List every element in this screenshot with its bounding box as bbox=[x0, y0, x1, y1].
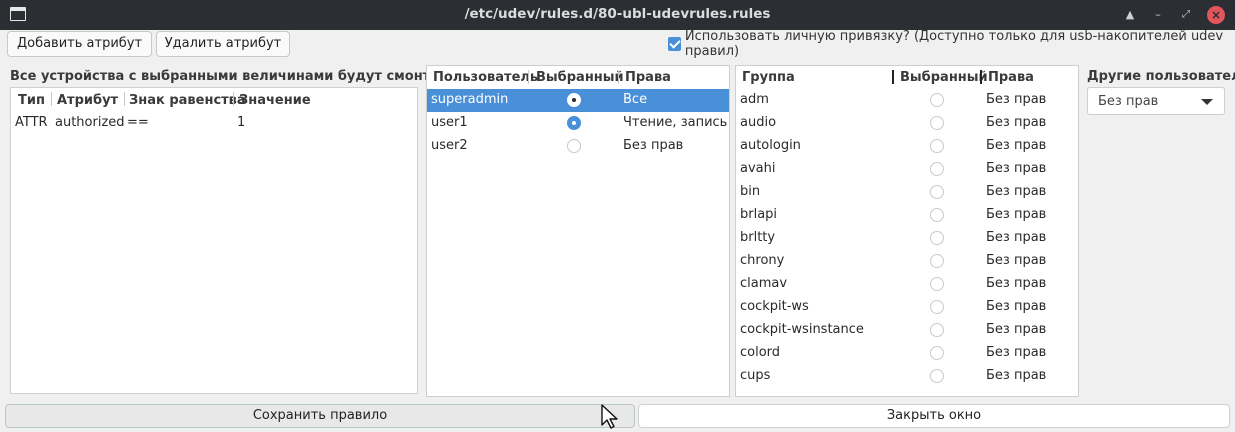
group-row[interactable]: avahi Без прав bbox=[736, 158, 1078, 181]
group-rights: Без прав bbox=[986, 253, 1047, 268]
group-selected-radio[interactable] bbox=[930, 323, 944, 337]
group-row[interactable]: cockpit-ws Без прав bbox=[736, 296, 1078, 319]
group-rights: Без прав bbox=[986, 230, 1047, 245]
group-selected-radio[interactable] bbox=[930, 185, 944, 199]
group-selected-radio[interactable] bbox=[930, 162, 944, 176]
group-row[interactable]: chrony Без прав bbox=[736, 250, 1078, 273]
group-rights: Без прав bbox=[986, 184, 1047, 199]
group-rights: Без прав bbox=[986, 299, 1047, 314]
column-header-type[interactable]: Тип bbox=[18, 89, 45, 111]
group-name: brlapi bbox=[740, 207, 778, 222]
group-rights: Без прав bbox=[986, 138, 1047, 153]
group-selected-radio[interactable] bbox=[930, 208, 944, 222]
group-row[interactable]: brlapi Без прав bbox=[736, 204, 1078, 227]
group-selected-radio[interactable] bbox=[930, 277, 944, 291]
group-name: cockpit-wsinstance bbox=[740, 322, 864, 337]
group-name: brltty bbox=[740, 230, 776, 245]
table-row[interactable]: ATTR authorized == 1 bbox=[11, 112, 417, 135]
close-icon[interactable]: × bbox=[1207, 6, 1225, 24]
group-selected-radio[interactable] bbox=[930, 346, 944, 360]
user-selected-radio[interactable] bbox=[567, 116, 581, 130]
group-rights: Без прав bbox=[986, 207, 1047, 222]
group-rights: Без прав bbox=[986, 161, 1047, 176]
group-name: colord bbox=[740, 345, 781, 360]
column-header-selected[interactable]: Выбранный bbox=[900, 66, 988, 88]
personal-binding-option[interactable]: Использовать личную привязку? (Доступно … bbox=[668, 29, 1235, 59]
other-users-label: Другие пользователи bbox=[1087, 69, 1235, 84]
group-rights: Без прав bbox=[986, 345, 1047, 360]
group-selected-radio[interactable] bbox=[930, 300, 944, 314]
user-row-superadmin[interactable]: superadmin Все bbox=[427, 89, 729, 112]
keep-above-icon[interactable]: ▲ bbox=[1121, 6, 1139, 24]
group-name: cups bbox=[740, 368, 771, 383]
group-name: adm bbox=[740, 92, 769, 107]
personal-binding-label: Использовать личную привязку? (Доступно … bbox=[684, 29, 1224, 59]
column-header-operator[interactable]: Знак равенства bbox=[129, 89, 246, 111]
group-name: cockpit-ws bbox=[740, 299, 809, 314]
close-window-button[interactable]: Закрыть окно bbox=[638, 404, 1230, 428]
title-bar: /etc/udev/rules.d/80-ubl-udevrules.rules… bbox=[0, 0, 1235, 30]
column-header-selected[interactable]: Выбранный bbox=[536, 66, 624, 88]
group-rights: Без прав bbox=[986, 115, 1047, 130]
group-selected-radio[interactable] bbox=[930, 116, 944, 130]
column-header-value[interactable]: Значение bbox=[239, 89, 311, 111]
group-rights: Без прав bbox=[986, 92, 1047, 107]
group-rights: Без прав bbox=[986, 322, 1047, 337]
group-row[interactable]: cups Без прав bbox=[736, 365, 1078, 388]
group-row[interactable]: colord Без прав bbox=[736, 342, 1078, 365]
minimize-icon[interactable]: – bbox=[1149, 6, 1167, 24]
group-name: autologin bbox=[740, 138, 801, 153]
chevron-down-icon bbox=[1201, 99, 1213, 105]
attributes-section-label: Все устройства с выбранными величинами б… bbox=[10, 69, 496, 84]
group-name: chrony bbox=[740, 253, 785, 268]
group-name: bin bbox=[740, 184, 761, 199]
group-selected-radio[interactable] bbox=[930, 231, 944, 245]
group-name: avahi bbox=[740, 161, 776, 176]
group-row[interactable]: bin Без прав bbox=[736, 181, 1078, 204]
add-attribute-button[interactable]: Добавить атрибут bbox=[7, 31, 152, 57]
user-row-user1[interactable]: user1 Чтение, запись bbox=[427, 112, 729, 135]
group-row[interactable]: autologin Без прав bbox=[736, 135, 1078, 158]
column-header-group[interactable]: Группа bbox=[742, 66, 795, 88]
group-row[interactable]: cockpit-wsinstance Без прав bbox=[736, 319, 1078, 342]
group-selected-radio[interactable] bbox=[930, 254, 944, 268]
column-header-attribute[interactable]: Атрибут bbox=[57, 89, 118, 111]
users-table: Пользователь Выбранный Права superadmin … bbox=[426, 65, 730, 397]
remove-attribute-button[interactable]: Удалить атрибут bbox=[156, 31, 290, 57]
maximize-icon[interactable]: ⤢ bbox=[1177, 6, 1195, 24]
user-row-user2[interactable]: user2 Без прав bbox=[427, 135, 729, 158]
user-selected-radio[interactable] bbox=[567, 139, 581, 153]
column-header-user[interactable]: Пользователь bbox=[433, 66, 538, 88]
group-rights: Без прав bbox=[986, 368, 1047, 383]
personal-binding-checkbox[interactable] bbox=[668, 37, 681, 51]
group-row[interactable]: adm Без прав bbox=[736, 89, 1078, 112]
save-rule-button[interactable]: Сохранить правило bbox=[5, 404, 635, 428]
window-title: /etc/udev/rules.d/80-ubl-udevrules.rules bbox=[464, 6, 771, 22]
other-users-dropdown[interactable]: Без прав bbox=[1087, 87, 1225, 115]
mouse-cursor-icon bbox=[601, 404, 618, 429]
group-name: audio bbox=[740, 115, 777, 130]
group-selected-radio[interactable] bbox=[930, 139, 944, 153]
other-users-value: Без прав bbox=[1098, 94, 1159, 109]
column-header-rights[interactable]: Права bbox=[988, 66, 1034, 88]
attributes-table: Тип Атрибут Знак равенства Значение ATTR… bbox=[10, 87, 418, 394]
group-rights: Без прав bbox=[986, 276, 1047, 291]
group-row[interactable]: brltty Без прав bbox=[736, 227, 1078, 250]
group-selected-radio[interactable] bbox=[930, 369, 944, 383]
group-selected-radio[interactable] bbox=[930, 93, 944, 107]
column-header-rights[interactable]: Права bbox=[625, 66, 671, 88]
group-name: clamav bbox=[740, 276, 788, 291]
user-selected-radio[interactable] bbox=[567, 93, 581, 107]
group-row[interactable]: audio Без прав bbox=[736, 112, 1078, 135]
groups-table: Группа Выбранный Права adm Без прав audio Б… bbox=[735, 65, 1079, 397]
group-row[interactable]: clamav Без прав bbox=[736, 273, 1078, 296]
